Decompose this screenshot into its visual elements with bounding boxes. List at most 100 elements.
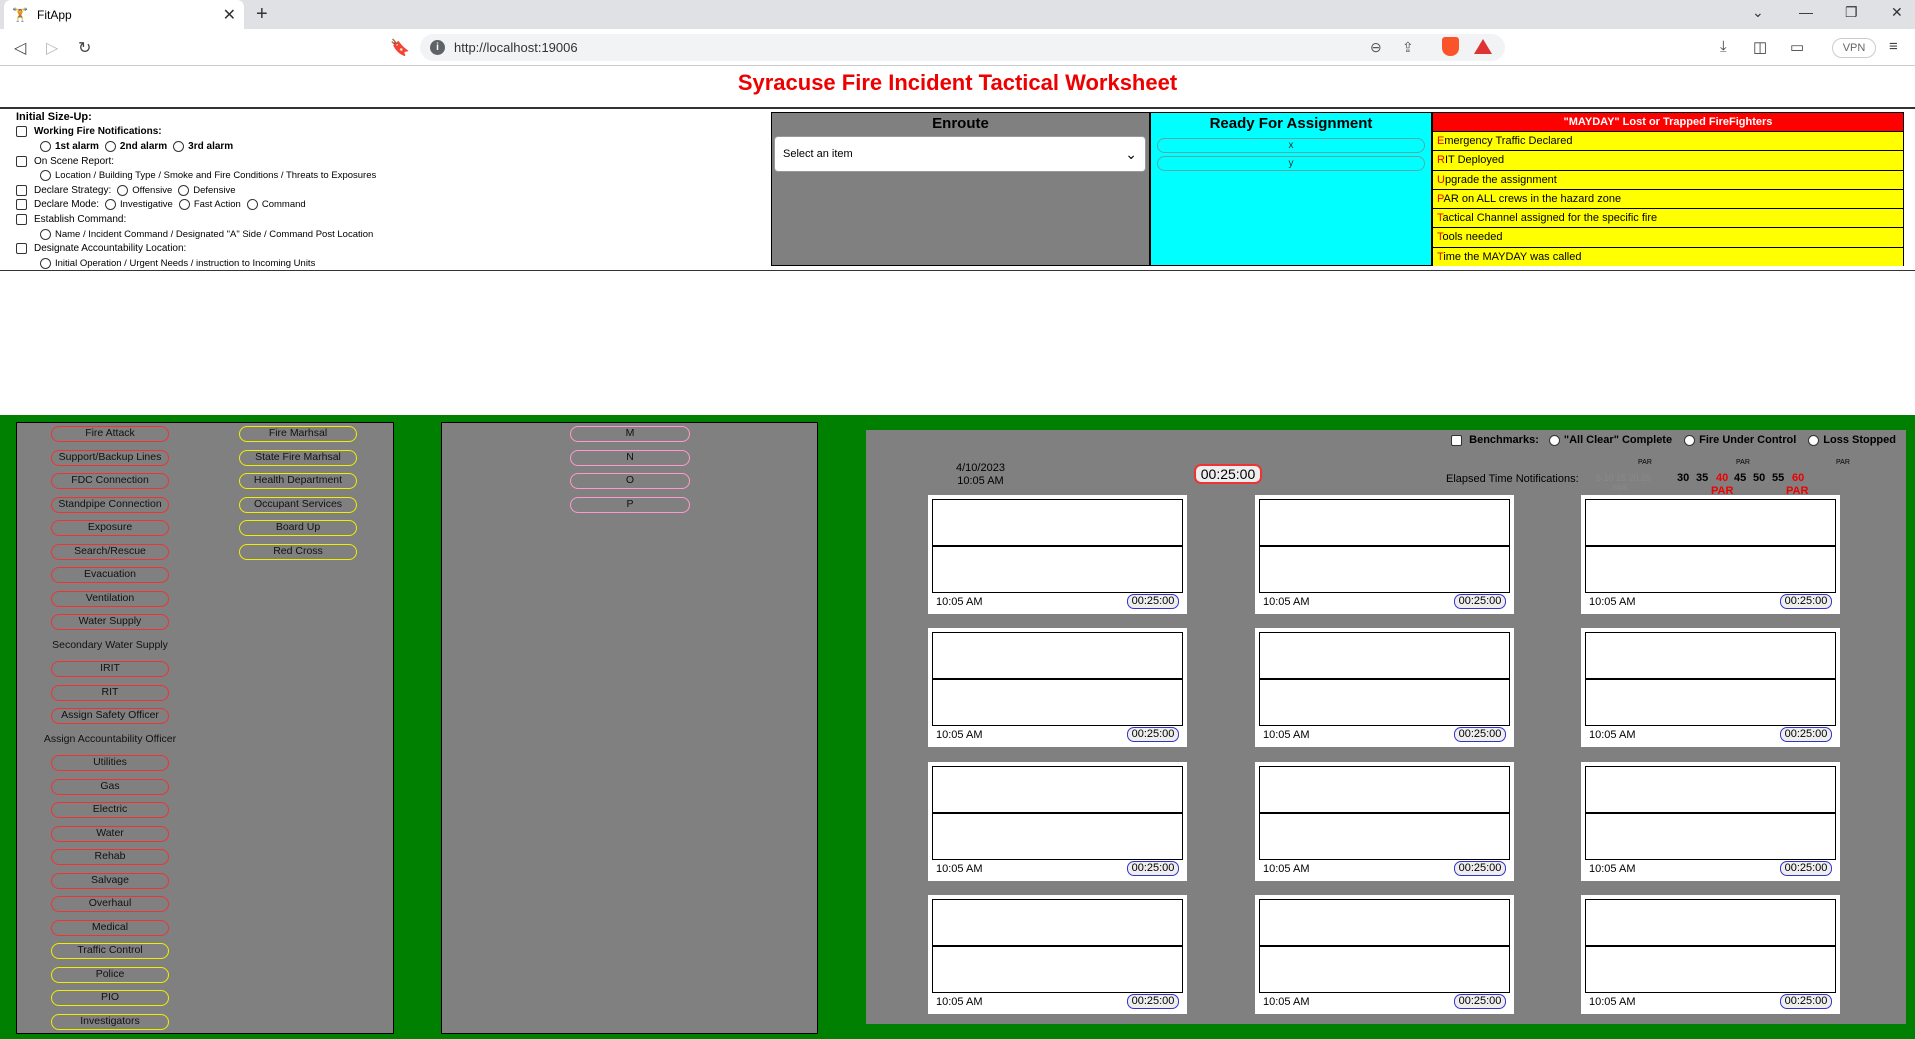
zoom-icon[interactable]: ⊖	[1370, 39, 1382, 56]
agency-button[interactable]: Fire Marhsal	[239, 426, 357, 442]
assignment-button[interactable]: Police	[51, 966, 169, 983]
establish-command-checkbox[interactable]	[16, 213, 27, 225]
restore-icon[interactable]: ❐	[1845, 4, 1858, 21]
assignment-button[interactable]: Evacuation	[51, 567, 169, 583]
assignment-button[interactable]: Investigators	[51, 1013, 169, 1030]
minimize-icon[interactable]: —	[1799, 4, 1813, 20]
assignment-button[interactable]: Assign Safety Officer	[51, 708, 169, 724]
defensive-radio[interactable]	[178, 184, 190, 196]
assignment-button[interactable]: Assign Accountability Officer	[35, 732, 185, 748]
alarm1-radio[interactable]	[40, 140, 51, 152]
reload-icon[interactable]: ↻	[78, 38, 91, 58]
cell-timer[interactable]: 00:25:00	[1780, 594, 1832, 609]
assignment-cell[interactable]: 10:05 AM 00:25:00	[1581, 495, 1840, 614]
cell-timer[interactable]: 00:25:00	[1127, 594, 1179, 609]
brave-rewards-icon[interactable]	[1474, 39, 1492, 54]
assignment-button[interactable]: FDC Connection	[51, 473, 169, 489]
new-tab-icon[interactable]: +	[256, 3, 268, 26]
assignment-button[interactable]: RIT	[51, 684, 169, 701]
all-clear-radio[interactable]	[1548, 434, 1560, 446]
investigative-radio[interactable]	[105, 199, 117, 211]
assignment-button[interactable]: Overhaul	[51, 896, 169, 912]
command-radio[interactable]	[246, 199, 258, 211]
close-tab-icon[interactable]: ✕	[223, 5, 236, 25]
enroute-select[interactable]: Select an item ⌄	[774, 136, 1146, 172]
cell-timer[interactable]: 00:25:00	[1780, 727, 1832, 742]
brave-shield-icon[interactable]	[1442, 37, 1459, 56]
cell-timer[interactable]: 00:25:00	[1780, 994, 1832, 1009]
assignment-button[interactable]: Water	[51, 825, 169, 842]
loss-stopped-radio[interactable]	[1808, 434, 1820, 446]
assignment-button[interactable]: Support/Backup Lines	[51, 449, 169, 466]
vpn-button[interactable]: VPN	[1832, 38, 1876, 58]
assignment-cell[interactable]: 10:05 AM 00:25:00	[1255, 628, 1514, 747]
forward-icon[interactable]: ▷	[46, 38, 58, 58]
assignment-button[interactable]: Search/Rescue	[51, 543, 169, 560]
cell-timer[interactable]: 00:25:00	[1454, 727, 1506, 742]
assignment-button[interactable]: Secondary Water Supply	[45, 638, 175, 654]
mode-checkbox[interactable]	[16, 199, 27, 211]
agency-button[interactable]: Red Cross	[239, 543, 357, 560]
working-fire-checkbox[interactable]	[16, 126, 27, 138]
on-scene-checkbox[interactable]	[16, 155, 27, 167]
on-scene-detail-radio[interactable]	[40, 170, 51, 182]
agency-button[interactable]: Health Department	[239, 473, 357, 489]
assignment-cell[interactable]: 10:05 AM 00:25:00	[1581, 762, 1840, 881]
ready-item-button[interactable]: y	[1157, 156, 1425, 171]
agency-button[interactable]: State Fire Marhsal	[239, 449, 357, 466]
assignment-cell[interactable]: 10:05 AM 00:25:00	[1255, 895, 1514, 1014]
url-field[interactable]: i http://localhost:19006 ⊖ ⇪	[420, 34, 1505, 61]
assignment-button[interactable]: Electric	[51, 802, 169, 818]
benchmarks-checkbox[interactable]	[1451, 434, 1463, 446]
accountability-detail-radio[interactable]	[40, 257, 51, 269]
cell-timer[interactable]: 00:25:00	[1127, 727, 1179, 742]
tab-list-icon[interactable]: ⌄	[1752, 4, 1764, 21]
alarm2-radio[interactable]	[104, 140, 116, 152]
share-icon[interactable]: ⇪	[1402, 39, 1414, 56]
menu-icon[interactable]: ≡	[1889, 38, 1898, 55]
unit-button[interactable]: M	[570, 426, 690, 442]
cell-timer[interactable]: 00:25:00	[1127, 861, 1179, 876]
assignment-button[interactable]: Exposure	[51, 520, 169, 536]
unit-button[interactable]: O	[570, 473, 690, 489]
site-info-icon[interactable]: i	[430, 40, 445, 55]
unit-button[interactable]: N	[570, 449, 690, 466]
bookmark-icon[interactable]: 🔖	[390, 38, 410, 58]
cell-timer[interactable]: 00:25:00	[1780, 861, 1832, 876]
strategy-checkbox[interactable]	[16, 184, 27, 196]
assignment-cell[interactable]: 10:05 AM 00:25:00	[1581, 628, 1840, 747]
assignment-button[interactable]: Rehab	[51, 849, 169, 865]
establish-detail-radio[interactable]	[40, 228, 51, 240]
assignment-cell[interactable]: 10:05 AM 00:25:00	[928, 495, 1187, 614]
incident-clock[interactable]: 00:25:00	[1194, 464, 1262, 484]
browser-tab[interactable]: 🏋 FitApp ✕	[4, 0, 244, 29]
assignment-cell[interactable]: 10:05 AM 00:25:00	[1581, 895, 1840, 1014]
cell-timer[interactable]: 00:25:00	[1454, 861, 1506, 876]
sidebar-icon[interactable]: ◫	[1753, 38, 1767, 56]
assignment-button[interactable]: Standpipe Connection	[51, 496, 169, 513]
assignment-button[interactable]: Gas	[51, 778, 169, 795]
accountability-checkbox[interactable]	[16, 243, 27, 255]
close-window-icon[interactable]: ✕	[1891, 4, 1903, 21]
ready-item-button[interactable]: x	[1157, 138, 1425, 153]
fast-action-radio[interactable]	[178, 199, 190, 211]
download-icon[interactable]: ⤓	[1720, 38, 1727, 55]
assignment-cell[interactable]: 10:05 AM 00:25:00	[928, 895, 1187, 1014]
wallet-icon[interactable]: ▭	[1790, 38, 1804, 56]
assignment-button[interactable]: Utilities	[51, 755, 169, 771]
assignment-button[interactable]: IRIT	[51, 661, 169, 677]
assignment-button[interactable]: PIO	[51, 990, 169, 1006]
agency-button[interactable]: Occupant Services	[239, 496, 357, 513]
assignment-button[interactable]: Fire Attack	[51, 426, 169, 442]
assignment-cell[interactable]: 10:05 AM 00:25:00	[1255, 495, 1514, 614]
unit-button[interactable]: P	[570, 496, 690, 513]
agency-button[interactable]: Board Up	[239, 520, 357, 536]
assignment-button[interactable]: Ventilation	[51, 590, 169, 607]
cell-timer[interactable]: 00:25:00	[1454, 594, 1506, 609]
assignment-button[interactable]: Medical	[51, 919, 169, 936]
assignment-button[interactable]: Salvage	[51, 872, 169, 889]
cell-timer[interactable]: 00:25:00	[1454, 994, 1506, 1009]
assignment-button[interactable]: Traffic Control	[51, 943, 169, 959]
assignment-cell[interactable]: 10:05 AM 00:25:00	[1255, 762, 1514, 881]
alarm3-radio[interactable]	[173, 140, 185, 152]
